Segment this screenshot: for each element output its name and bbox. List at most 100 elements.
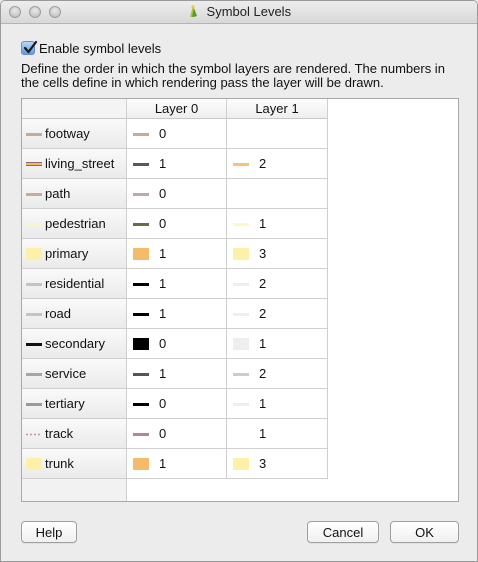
rendering-pass-value: 2 xyxy=(259,276,267,291)
layer-swatch-icon xyxy=(133,308,149,320)
layer-0-cell[interactable]: 0 xyxy=(127,119,227,148)
layer-swatch xyxy=(133,457,149,470)
table-row: path 0 xyxy=(22,179,328,209)
row-header[interactable]: secondary xyxy=(22,329,127,358)
row-header[interactable]: service xyxy=(22,359,127,388)
layer-0-cell[interactable]: 0 xyxy=(127,389,227,418)
layer-swatch xyxy=(233,222,249,226)
layer-1-cell[interactable]: 1 xyxy=(227,389,328,418)
row-header[interactable]: path xyxy=(22,179,127,208)
row-header[interactable]: tertiary xyxy=(22,389,127,418)
row-header[interactable]: footway xyxy=(22,119,127,148)
layer-0-cell[interactable]: 0 xyxy=(127,419,227,448)
layer-swatch xyxy=(133,337,149,350)
layer-1-cell[interactable]: 2 xyxy=(227,299,328,328)
layer-swatch-icon xyxy=(233,368,249,380)
layer-1-cell[interactable]: 3 xyxy=(227,449,328,478)
symbol-levels-table[interactable]: Layer 0 Layer 1 footway 0 living_street 1 2 p… xyxy=(21,98,459,502)
layer-swatch xyxy=(133,247,149,260)
rendering-pass-value: 1 xyxy=(159,456,167,471)
layer-swatch-icon xyxy=(133,188,149,200)
layer-0-cell[interactable]: 0 xyxy=(127,209,227,238)
symbol-preview-swatch xyxy=(26,132,42,136)
layer-swatch xyxy=(133,432,149,436)
layer-0-cell[interactable]: 1 xyxy=(127,449,227,478)
help-button[interactable]: Help xyxy=(21,521,77,543)
table-row: residential 1 2 xyxy=(22,269,328,299)
row-label: pedestrian xyxy=(45,216,106,231)
layer-swatch xyxy=(133,312,149,316)
layer-swatch-icon xyxy=(233,457,249,470)
column-header-layer-1[interactable]: Layer 1 xyxy=(227,99,328,119)
row-header-filler xyxy=(22,479,127,501)
symbol-preview-swatch xyxy=(26,372,42,376)
cancel-button[interactable]: Cancel xyxy=(307,521,379,543)
symbol-preview-icon xyxy=(26,218,42,230)
title-bar: Symbol Levels xyxy=(1,1,477,24)
description-text: Define the order in which the symbol lay… xyxy=(21,61,445,90)
row-header[interactable]: pedestrian xyxy=(22,209,127,238)
row-label: residential xyxy=(45,276,105,291)
layer-0-cell[interactable]: 1 xyxy=(127,239,227,268)
layer-0-cell[interactable]: 0 xyxy=(127,179,227,208)
row-header[interactable]: residential xyxy=(22,269,127,298)
table-rows: footway 0 living_street 1 2 path 0 pedestrian 0 1… xyxy=(22,119,328,479)
symbol-preview-icon xyxy=(26,158,42,170)
symbol-preview-icon xyxy=(26,128,42,140)
layer-1-cell[interactable]: 3 xyxy=(227,239,328,268)
symbol-preview-icon xyxy=(26,398,42,410)
layer-swatch xyxy=(233,457,249,470)
layer-swatch-icon xyxy=(133,428,149,440)
layer-0-cell[interactable]: 1 xyxy=(127,299,227,328)
rendering-pass-value: 1 xyxy=(159,156,167,171)
table-row: primary 1 3 xyxy=(22,239,328,269)
layer-1-cell[interactable]: 2 xyxy=(227,149,328,178)
layer-swatch-icon xyxy=(133,158,149,170)
table-row: tertiary 0 1 xyxy=(22,389,328,419)
layer-swatch xyxy=(233,282,249,286)
enable-symbol-levels-checkbox[interactable] xyxy=(21,40,38,55)
layer-swatch xyxy=(133,192,149,196)
column-header-layer-0[interactable]: Layer 0 xyxy=(127,99,227,119)
rendering-pass-value: 2 xyxy=(259,156,267,171)
layer-1-cell[interactable]: 1 xyxy=(227,209,328,238)
enable-symbol-levels-row[interactable]: Enable symbol levels xyxy=(21,39,161,57)
symbol-levels-dialog: Symbol Levels Enable symbol levels Defin… xyxy=(0,0,478,562)
ok-button[interactable]: OK xyxy=(390,521,459,543)
symbol-preview-swatch xyxy=(26,312,42,316)
rendering-pass-value: 3 xyxy=(259,246,267,261)
symbol-preview-swatch xyxy=(26,247,42,260)
row-header[interactable]: trunk xyxy=(22,449,127,478)
rendering-pass-value: 0 xyxy=(159,126,167,141)
symbol-preview-icon xyxy=(26,428,42,440)
table-row: secondary 0 1 xyxy=(22,329,328,359)
row-label: trunk xyxy=(45,456,74,471)
table-row: pedestrian 0 1 xyxy=(22,209,328,239)
layer-1-cell[interactable]: 1 xyxy=(227,329,328,358)
layer-swatch-icon xyxy=(233,158,249,170)
qgis-logo-icon xyxy=(187,4,199,18)
row-header[interactable]: living_street xyxy=(22,149,127,178)
layer-0-cell[interactable]: 0 xyxy=(127,329,227,358)
layer-1-cell[interactable]: 1 xyxy=(227,419,328,448)
symbol-preview-swatch xyxy=(26,161,42,166)
row-label: living_street xyxy=(45,156,115,171)
layer-0-cell[interactable]: 1 xyxy=(127,149,227,178)
layer-1-cell[interactable] xyxy=(227,119,328,148)
rendering-pass-value: 1 xyxy=(159,276,167,291)
row-header[interactable]: track xyxy=(22,419,127,448)
layer-swatch-icon xyxy=(233,337,249,350)
layer-swatch-icon xyxy=(133,368,149,380)
symbol-preview-icon xyxy=(26,368,42,380)
layer-1-cell[interactable]: 2 xyxy=(227,269,328,298)
enable-symbol-levels-label[interactable]: Enable symbol levels xyxy=(39,41,161,56)
symbol-preview-icon xyxy=(26,338,42,350)
layer-1-cell[interactable] xyxy=(227,179,328,208)
layer-0-cell[interactable]: 1 xyxy=(127,269,227,298)
row-header[interactable]: primary xyxy=(22,239,127,268)
layer-1-cell[interactable]: 2 xyxy=(227,359,328,388)
row-label: service xyxy=(45,366,87,381)
row-label: road xyxy=(45,306,72,321)
layer-0-cell[interactable]: 1 xyxy=(127,359,227,388)
row-header[interactable]: road xyxy=(22,299,127,328)
